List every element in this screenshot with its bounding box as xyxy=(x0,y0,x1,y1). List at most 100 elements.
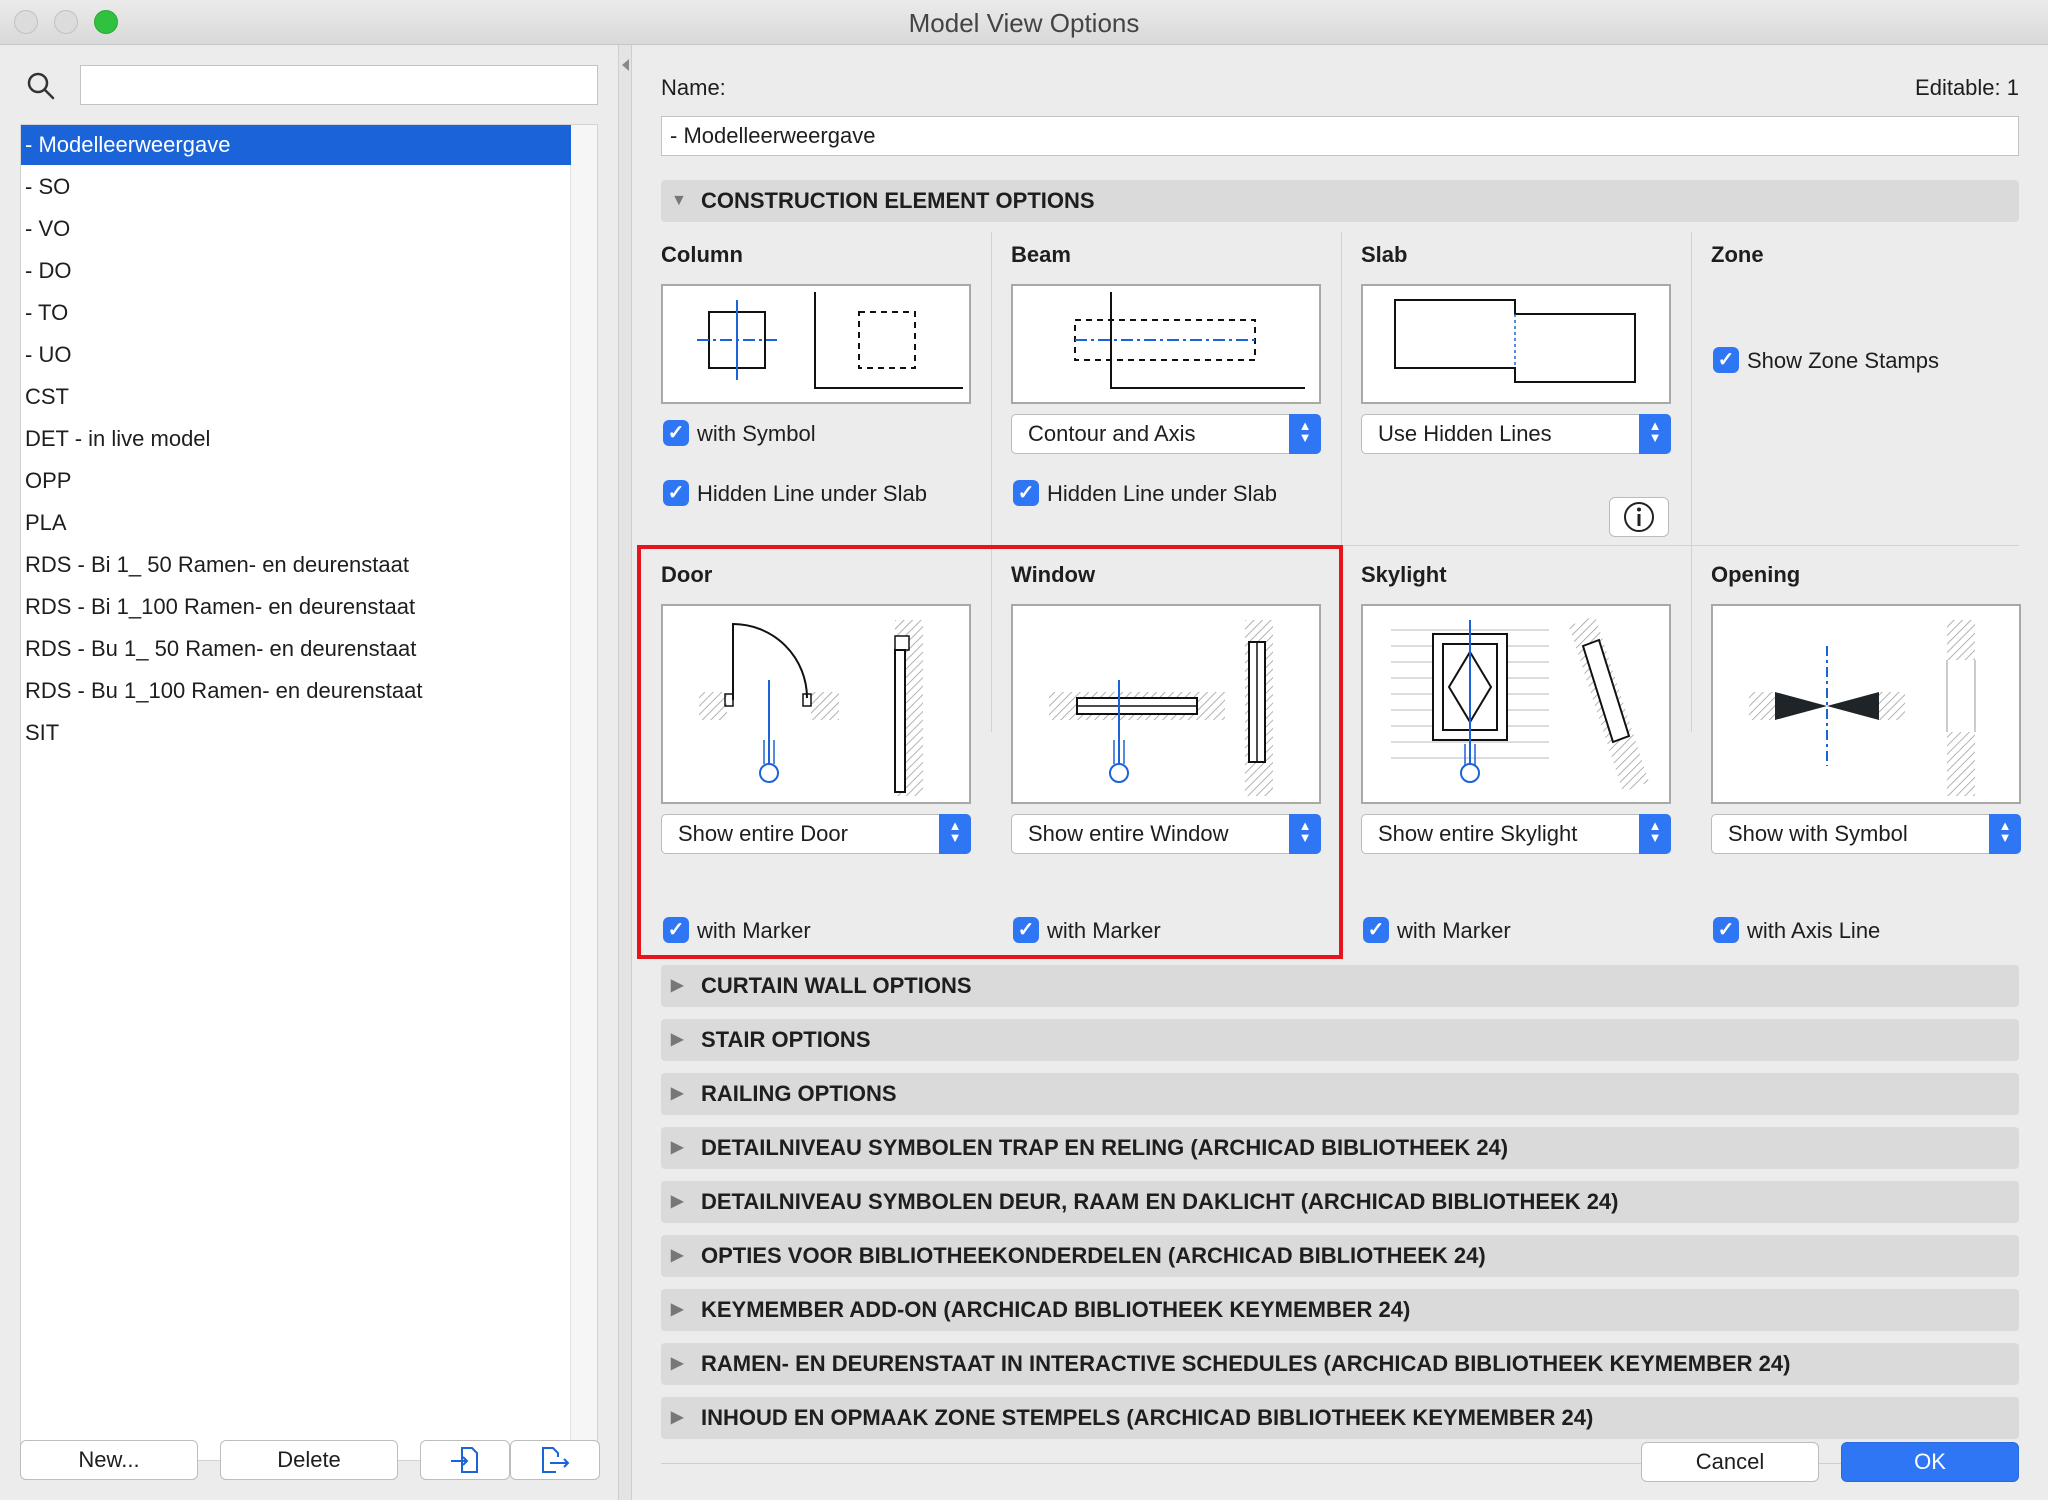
export-icon xyxy=(538,1447,572,1480)
collapsed-section-header[interactable]: ▶ INHOUD EN OPMAAK ZONE STEMPELS (ARCHICA… xyxy=(661,1397,2019,1439)
list-item[interactable]: DET - in live model xyxy=(21,419,571,459)
list-item[interactable]: - Modelleerweergave xyxy=(21,125,571,165)
section-title: OPTIES VOOR BIBLIOTHEEKONDERDELEN (ARCHI… xyxy=(701,1243,1486,1268)
skylight-preview xyxy=(1361,604,1671,804)
window-title: Model View Options xyxy=(908,8,1140,38)
delete-button[interactable]: Delete xyxy=(220,1440,398,1480)
opening-axis-line-checkbox[interactable]: ✓ xyxy=(1713,917,1739,943)
beam-title: Beam xyxy=(1011,242,1071,267)
title-bar: Model View Options xyxy=(0,0,2048,45)
import-button[interactable] xyxy=(420,1440,510,1480)
disclosure-collapsed-icon: ▶ xyxy=(671,1301,684,1318)
list-scrollbar[interactable] xyxy=(570,125,597,1460)
list-item[interactable]: - DO xyxy=(21,251,571,291)
search-icon xyxy=(26,71,56,106)
list-item[interactable]: OPP xyxy=(21,461,571,501)
options-pane: Name: Editable: 1 - Modelleerweergave ▼ … xyxy=(631,45,2048,1500)
opening-display-value: Show with Symbol xyxy=(1728,821,1908,846)
beam-display-value: Contour and Axis xyxy=(1028,421,1196,446)
column-hidden-line-label: Hidden Line under Slab xyxy=(697,481,927,506)
select-stepper-icon: ▲ ▼ xyxy=(1289,414,1321,454)
column-title: Column xyxy=(661,242,743,267)
collapsed-section-header[interactable]: ▶ DETAILNIVEAU SYMBOLEN TRAP EN RELING (A… xyxy=(661,1127,2019,1169)
select-stepper-icon: ▲ ▼ xyxy=(1989,814,2021,854)
slab-display-value: Use Hidden Lines xyxy=(1378,421,1552,446)
list-item[interactable]: - VO xyxy=(21,209,571,249)
collapsed-section-header[interactable]: ▶ STAIR OPTIONS xyxy=(661,1019,2019,1061)
collapsed-section-header[interactable]: ▶ OPTIES VOOR BIBLIOTHEEKONDERDELEN (ARCH… xyxy=(661,1235,2019,1277)
collapsed-section-header[interactable]: ▶ DETAILNIVEAU SYMBOLEN DEUR, RAAM EN DAK… xyxy=(661,1181,2019,1223)
opening-axis-line-label: with Axis Line xyxy=(1747,918,1881,943)
section-title: RAMEN- EN DEURENSTAAT IN INTERACTIVE SCH… xyxy=(701,1351,1791,1376)
column-hidden-line-checkbox[interactable]: ✓ xyxy=(663,480,689,506)
export-button[interactable] xyxy=(510,1440,600,1480)
model-view-options-dialog: Model View Options - Modelleerweergave - … xyxy=(0,0,2048,1500)
beam-display-select[interactable]: Contour and Axis ▲ ▼ xyxy=(1011,414,1321,454)
section-title: DETAILNIVEAU SYMBOLEN TRAP EN RELING (AR… xyxy=(701,1135,1509,1160)
list-item[interactable]: RDS - Bi 1_ 50 Ramen- en deurenstaat xyxy=(21,545,571,585)
show-zone-stamps-label: Show Zone Stamps xyxy=(1747,348,1939,373)
search-input[interactable] xyxy=(80,65,598,105)
skylight-display-value: Show entire Skylight xyxy=(1378,821,1578,846)
list-item[interactable]: SIT xyxy=(21,713,571,753)
pane-splitter[interactable] xyxy=(618,45,632,1500)
show-zone-stamps-checkbox[interactable]: ✓ xyxy=(1713,347,1739,373)
list-item[interactable]: - TO xyxy=(21,293,571,333)
view-list[interactable]: - Modelleerweergave - SO - VO - DO - TO - UO C… xyxy=(20,124,598,1461)
slab-info-button[interactable] xyxy=(1609,497,1669,537)
list-item[interactable]: - SO xyxy=(21,167,571,207)
section-title: STAIR OPTIONS xyxy=(701,1027,871,1052)
section-title: INHOUD EN OPMAAK ZONE STEMPELS (ARCHICAD… xyxy=(701,1405,1594,1430)
list-item[interactable]: RDS - Bi 1_100 Ramen- en deurenstaat xyxy=(21,587,571,627)
collapsed-section-header[interactable]: ▶ CURTAIN WALL OPTIONS xyxy=(661,965,2019,1007)
zone-title: Zone xyxy=(1711,242,1764,267)
slab-preview xyxy=(1361,284,1671,404)
column-preview xyxy=(661,284,971,404)
section-title: DETAILNIVEAU SYMBOLEN DEUR, RAAM EN DAKL… xyxy=(701,1189,1619,1214)
opening-display-select[interactable]: Show with Symbol ▲ ▼ xyxy=(1711,814,2021,854)
beam-hidden-line-checkbox[interactable]: ✓ xyxy=(1013,480,1039,506)
skylight-marker-label: with Marker xyxy=(1397,918,1511,943)
editable-count-label: Editable: 1 xyxy=(1915,75,2019,100)
section-title: CONSTRUCTION ELEMENT OPTIONS xyxy=(701,188,1095,213)
list-item[interactable]: PLA xyxy=(21,503,571,543)
ok-button[interactable]: OK xyxy=(1841,1442,2019,1482)
disclosure-collapsed-icon: ▶ xyxy=(671,977,684,994)
opening-title: Opening xyxy=(1711,562,1801,587)
with-symbol-label: with Symbol xyxy=(697,421,816,446)
list-item[interactable]: RDS - Bu 1_100 Ramen- en deurenstaat xyxy=(21,671,571,711)
with-symbol-checkbox[interactable]: ✓ xyxy=(663,420,689,446)
skylight-marker-checkbox[interactable]: ✓ xyxy=(1363,917,1389,943)
list-item[interactable]: - UO xyxy=(21,335,571,375)
disclosure-expanded-icon: ▼ xyxy=(671,192,687,209)
section-title: RAILING OPTIONS xyxy=(701,1081,897,1106)
beam-hidden-line-label: Hidden Line under Slab xyxy=(1047,481,1277,506)
collapsed-section-header[interactable]: ▶ RAMEN- EN DEURENSTAAT IN INTERACTIVE SC… xyxy=(661,1343,2019,1385)
list-item[interactable]: RDS - Bu 1_ 50 Ramen- en deurenstaat xyxy=(21,629,571,669)
opening-preview xyxy=(1711,604,2021,804)
disclosure-collapsed-icon: ▶ xyxy=(671,1085,684,1102)
collapsed-section-header[interactable]: ▶ RAILING OPTIONS xyxy=(661,1073,2019,1115)
new-button[interactable]: New... xyxy=(20,1440,198,1480)
construction-element-options-header[interactable]: ▼ CONSTRUCTION ELEMENT OPTIONS xyxy=(661,180,2019,222)
import-icon xyxy=(448,1447,482,1480)
collapsed-section-header[interactable]: ▶ KEYMEMBER ADD-ON (ARCHICAD BIBLIOTHEEK … xyxy=(661,1289,2019,1331)
section-title: CURTAIN WALL OPTIONS xyxy=(701,973,972,998)
select-stepper-icon: ▲ ▼ xyxy=(1639,814,1671,854)
select-stepper-icon: ▲ ▼ xyxy=(1639,414,1671,454)
disclosure-collapsed-icon: ▶ xyxy=(671,1031,684,1048)
info-icon xyxy=(1622,502,1656,539)
cancel-button[interactable]: Cancel xyxy=(1641,1442,1819,1482)
view-list-pane: - Modelleerweergave - SO - VO - DO - TO - UO C… xyxy=(0,45,618,1500)
list-item[interactable]: CST xyxy=(21,377,571,417)
section-title: KEYMEMBER ADD-ON (ARCHICAD BIBLIOTHEEK K… xyxy=(701,1297,1411,1322)
disclosure-collapsed-icon: ▶ xyxy=(671,1409,684,1426)
disclosure-collapsed-icon: ▶ xyxy=(671,1139,684,1156)
name-label: Name: xyxy=(661,75,726,100)
disclosure-collapsed-icon: ▶ xyxy=(671,1355,684,1372)
skylight-display-select[interactable]: Show entire Skylight ▲ ▼ xyxy=(1361,814,1671,854)
beam-preview xyxy=(1011,284,1321,404)
slab-display-select[interactable]: Use Hidden Lines ▲ ▼ xyxy=(1361,414,1671,454)
name-input[interactable]: - Modelleerweergave xyxy=(661,116,2019,156)
disclosure-collapsed-icon: ▶ xyxy=(671,1193,684,1210)
